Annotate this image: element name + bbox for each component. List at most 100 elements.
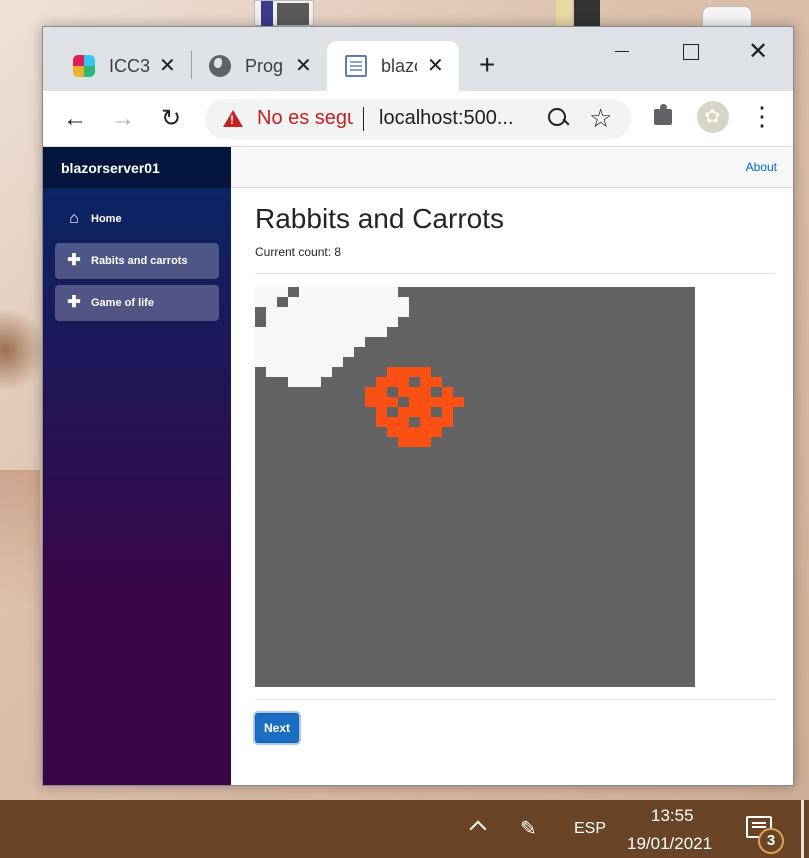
desktop-shortcut-icon[interactable]	[556, 0, 606, 26]
rabbit-cell	[266, 367, 277, 377]
rabbit-cell	[310, 297, 321, 307]
carrot-cell	[453, 397, 464, 407]
rabbit-cell	[376, 287, 387, 297]
carrot-cell	[420, 397, 431, 407]
rabbit-cell	[266, 297, 277, 307]
rabbit-cell	[288, 357, 299, 367]
bookmark-star-icon[interactable]: ☆	[589, 103, 612, 134]
count-label: Current count:	[255, 245, 332, 259]
rabbit-cell	[343, 287, 354, 297]
carrot-cell	[365, 387, 376, 397]
carrot-cell	[420, 417, 431, 427]
carrot-cell	[442, 417, 453, 427]
close-tab-icon[interactable]: ✕	[295, 53, 312, 78]
rabbit-cell	[255, 287, 266, 297]
profile-avatar[interactable]	[697, 101, 729, 133]
maximize-button[interactable]	[667, 37, 713, 67]
rabbit-cell	[299, 357, 310, 367]
desktop-shortcut-icon[interactable]	[254, 0, 314, 27]
carrot-cell	[365, 397, 376, 407]
rabbit-cell	[266, 337, 277, 347]
rabbit-cell	[332, 317, 343, 327]
minimize-button[interactable]	[599, 37, 645, 67]
rabbit-cell	[321, 297, 332, 307]
show-hidden-icons-chevron-icon[interactable]	[466, 814, 490, 838]
sidebar-item-label: Game of life	[91, 297, 154, 309]
address-bar[interactable]: No es segu localhost:500... ☆	[205, 99, 631, 139]
rabbit-cell	[310, 377, 321, 387]
tab-slack[interactable]: ICC3 ✕	[55, 41, 190, 91]
rabbit-cell	[343, 337, 354, 347]
carrot-cell	[409, 397, 420, 407]
rabbit-cell	[376, 317, 387, 327]
tab-title: blazo	[381, 55, 417, 76]
about-link[interactable]: About	[746, 160, 777, 174]
rabbit-cell	[332, 337, 343, 347]
rabbit-cell	[354, 327, 365, 337]
rabbit-cell	[277, 287, 288, 297]
url-text[interactable]: localhost:500...	[379, 107, 514, 130]
security-status[interactable]: No es segu	[257, 107, 353, 130]
carrot-cell	[409, 387, 420, 397]
rabbit-cell	[299, 297, 310, 307]
rabbit-cell	[288, 307, 299, 317]
close-tab-icon[interactable]: ✕	[427, 53, 444, 78]
more-menu-icon[interactable]: ⋮	[749, 103, 775, 131]
rabbit-cell	[266, 347, 277, 357]
carrot-cell	[420, 387, 431, 397]
rabbit-cell	[354, 287, 365, 297]
clock-date[interactable]: 19/01/2021	[627, 834, 712, 854]
pen-icon[interactable]: ✎	[520, 816, 537, 841]
sidebar-item-label: Rabits and carrots	[91, 255, 188, 267]
warning-icon[interactable]	[223, 110, 243, 127]
rabbit-cell	[310, 287, 321, 297]
rabbit-cell	[255, 347, 266, 357]
next-button[interactable]: Next	[255, 713, 299, 743]
rabbit-cell	[255, 327, 266, 337]
rabbit-cell	[277, 367, 288, 377]
rabbit-cell	[310, 347, 321, 357]
tab-blazor-active[interactable]: blazo ✕	[327, 41, 459, 91]
rabbit-cell	[310, 307, 321, 317]
reload-button[interactable]: ↻	[155, 103, 187, 135]
rabbit-cell	[288, 377, 299, 387]
carrot-cell	[398, 387, 409, 397]
rabbit-cell	[343, 307, 354, 317]
divider	[255, 699, 775, 700]
carrot-cell	[420, 407, 431, 417]
rabbit-cell	[343, 327, 354, 337]
tab-prog[interactable]: Prog ✕	[191, 41, 326, 91]
close-tab-icon[interactable]: ✕	[159, 53, 176, 78]
rabbit-cell	[365, 317, 376, 327]
input-language[interactable]: ESP	[574, 820, 606, 838]
rabbit-cell	[288, 337, 299, 347]
rabbit-cell	[321, 337, 332, 347]
folder-icon[interactable]	[696, 0, 756, 28]
rabbit-cell	[332, 357, 343, 367]
close-window-button[interactable]: ✕	[735, 37, 781, 67]
brand-name[interactable]: blazorserver01	[61, 160, 160, 176]
forward-button[interactable]: →	[107, 103, 139, 135]
rabbit-cell	[299, 287, 310, 297]
slack-icon	[73, 55, 95, 77]
carrot-cell	[431, 427, 442, 437]
clock-time[interactable]: 13:55	[651, 806, 694, 826]
zoom-out-icon[interactable]	[545, 105, 571, 131]
sidebar-item-game-of-life[interactable]: ✚ Game of life	[55, 285, 219, 321]
rabbit-cell	[365, 297, 376, 307]
rabbit-cell	[299, 307, 310, 317]
rabbit-cell	[321, 327, 332, 337]
extensions-icon[interactable]	[651, 103, 677, 129]
sidebar-item-rabbits-and-carrots[interactable]: ✚ Rabits and carrots	[55, 243, 219, 279]
sidebar-item-home[interactable]: ⌂ Home	[55, 201, 219, 237]
rabbit-cell	[266, 307, 277, 317]
back-button[interactable]: ←	[59, 103, 91, 135]
rabbit-cell	[332, 307, 343, 317]
rabbit-cell	[277, 337, 288, 347]
new-tab-button[interactable]: +	[479, 51, 495, 79]
rabbit-cell	[376, 327, 387, 337]
tab-title: Prog	[245, 55, 283, 76]
document-icon	[345, 55, 367, 77]
rabbit-cell	[365, 327, 376, 337]
carrot-cell	[387, 397, 398, 407]
